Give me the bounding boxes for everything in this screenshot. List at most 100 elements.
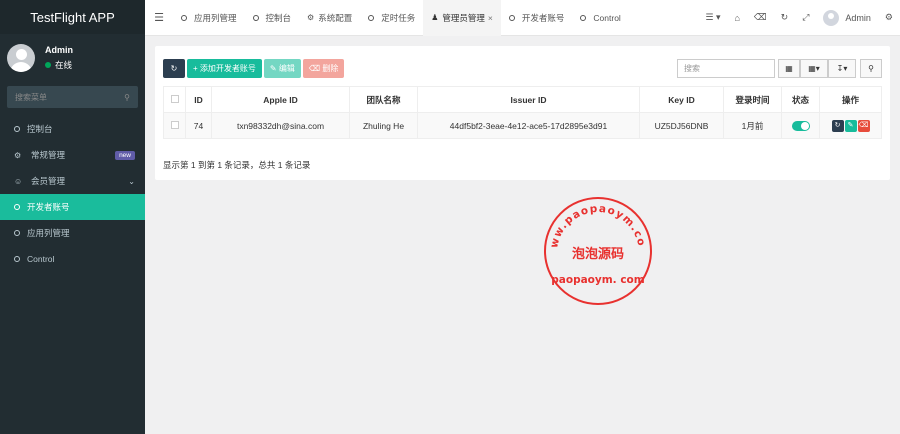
user-status-label: 在线: [55, 60, 73, 70]
select-all-checkbox[interactable]: [163, 86, 186, 113]
close-tab-icon[interactable]: ×: [488, 13, 493, 23]
user-circle-icon: ☺: [14, 176, 23, 186]
tab-control[interactable]: Control: [572, 0, 628, 36]
sidebar-item-general[interactable]: ⚙ 常规管理 new: [0, 142, 145, 168]
sidebar-item-control[interactable]: Control: [0, 246, 145, 272]
export-dropdown-button[interactable]: ↧▾: [828, 59, 856, 78]
cell-id: 74: [185, 112, 212, 139]
tab-scheduled-tasks[interactable]: 定时任务: [360, 0, 423, 36]
sidebar-item-developer-accounts[interactable]: 开发者账号: [0, 194, 145, 220]
cell-actions: ↻ ✎ ⌫: [819, 112, 882, 139]
tab-developer-accounts[interactable]: 开发者账号: [501, 0, 573, 36]
trash-icon[interactable]: ⌫: [747, 12, 774, 23]
sidebar-search-placeholder: 搜索菜单: [15, 92, 47, 102]
circle-icon: [508, 14, 515, 21]
table-search-input[interactable]: 搜索: [677, 59, 775, 78]
row-refresh-button[interactable]: ↻: [831, 119, 844, 132]
status-toggle[interactable]: [791, 120, 810, 131]
pagination-info: 显示第 1 到第 1 条记录，总共 1 条记录: [163, 160, 311, 170]
add-button-label: 添加开发者账号: [199, 64, 256, 73]
add-developer-account-button[interactable]: + 添加开发者账号: [187, 59, 262, 78]
tab-dashboard[interactable]: 控制台: [245, 0, 300, 36]
circle-icon: [368, 14, 375, 21]
search-toggle-button[interactable]: ⚲: [860, 59, 882, 78]
tab-label: 定时任务: [381, 12, 416, 23]
col-header-status[interactable]: 状态: [781, 86, 820, 113]
user-menu[interactable]: Admin: [816, 9, 878, 26]
trash-icon: ⌫: [308, 64, 323, 73]
top-navbar: ☰ 应用列管理 控制台 ⚙ 系统配置 定时任务 ♟ 管理员管理 × 开发者账号 …: [145, 0, 900, 36]
app-brand[interactable]: TestFlight APP: [0, 0, 145, 34]
cell-apple-id: txn98332dh@sina.com: [211, 112, 350, 139]
table-row[interactable]: 74 txn98332dh@sina.com Zhuling He 44df5b…: [163, 112, 882, 139]
search-icon[interactable]: ⚲: [124, 93, 130, 102]
developer-accounts-table: ID Apple ID 团队名称 Issuer ID Key ID 登录时间 状…: [163, 86, 882, 139]
settings-gears-icon[interactable]: ⚙: [878, 12, 900, 23]
sidebar: TestFlight APP Admin 在线 搜索菜单 ⚲ 控制台 ⚙ 常规管…: [0, 0, 145, 434]
tab-label: 系统配置: [318, 12, 353, 23]
sidebar-item-dashboard[interactable]: 控制台: [0, 116, 145, 142]
menu-toggle-icon[interactable]: ☰: [145, 11, 173, 24]
row-edit-button[interactable]: ✎: [844, 119, 857, 132]
col-header-apple-id[interactable]: Apple ID: [211, 86, 350, 113]
sidebar-search-input[interactable]: 搜索菜单 ⚲: [7, 86, 138, 108]
cell-key-id: UZ5DJ56DNB: [639, 112, 724, 139]
sidebar-item-label: 会员管理: [31, 176, 66, 186]
cell-team: Zhuling He: [349, 112, 418, 139]
cell-login-time: 1月前: [723, 112, 782, 139]
new-badge: new: [115, 150, 135, 160]
circle-icon: [14, 230, 20, 236]
edit-button[interactable]: ✎ 编辑: [263, 59, 301, 78]
svg-text:www.paopaoym.com: www.paopaoym.com: [541, 191, 648, 249]
user-avatar: [7, 44, 35, 72]
col-header-key-id[interactable]: Key ID: [639, 86, 724, 113]
tab-app-list[interactable]: 应用列管理: [173, 0, 245, 36]
col-header-issuer-id[interactable]: Issuer ID: [417, 86, 640, 113]
circle-icon: [181, 14, 187, 21]
export-icon: ↧▾: [836, 64, 848, 73]
table-toolbar-right: 搜索 ▦ ▦▾ ↧▾ ⚲: [677, 59, 882, 78]
home-icon[interactable]: ⌂: [727, 13, 746, 23]
tab-list-dropdown-icon[interactable]: ☰ ▾: [698, 12, 727, 23]
chevron-down-icon: ⌄: [128, 176, 135, 186]
tab-label: 管理员管理: [442, 12, 485, 23]
col-header-team[interactable]: 团队名称: [349, 86, 418, 113]
tab-system-config[interactable]: ⚙ 系统配置: [299, 0, 360, 36]
sidebar-item-label: 开发者账号: [27, 202, 70, 212]
row-delete-button[interactable]: ⌫: [857, 119, 870, 132]
row-checkbox-cell[interactable]: [163, 112, 186, 139]
tab-label: 开发者账号: [521, 12, 565, 23]
tab-label: 应用列管理: [194, 12, 237, 23]
refresh-cache-icon[interactable]: ↻: [774, 12, 796, 23]
columns-icon: ▦▾: [808, 64, 820, 73]
fullscreen-icon[interactable]: ⤢: [795, 12, 816, 23]
col-header-login-time[interactable]: 登录时间: [723, 86, 782, 113]
user-icon: ♟: [431, 13, 439, 22]
circle-icon: [580, 14, 587, 21]
checkbox[interactable]: [170, 94, 179, 103]
cell-status: [781, 112, 820, 139]
delete-button[interactable]: ⌫ 删除: [302, 59, 345, 78]
columns-dropdown-button[interactable]: ▦▾: [800, 59, 828, 78]
col-header-actions: 操作: [819, 86, 882, 113]
gear-icon: ⚙: [307, 13, 315, 22]
col-header-id[interactable]: ID: [185, 86, 212, 113]
edit-button-label: 编辑: [278, 64, 295, 73]
pencil-icon: ✎: [269, 64, 279, 73]
search-icon: ⚲: [868, 64, 874, 73]
user-panel: Admin 在线: [0, 38, 145, 78]
checkbox[interactable]: [170, 120, 179, 129]
tab-admin-management[interactable]: ♟ 管理员管理 ×: [423, 0, 501, 36]
tab-label: 控制台: [265, 12, 292, 23]
sidebar-item-members[interactable]: ☺ 会员管理 ⌄: [0, 168, 145, 194]
sidebar-item-app-list[interactable]: 应用列管理: [0, 220, 145, 246]
plus-icon: +: [193, 64, 200, 73]
toggle-view-button[interactable]: ▦: [778, 59, 800, 78]
watermark-center-text: 泡泡源码: [572, 246, 624, 262]
refresh-icon: ↻: [170, 64, 178, 73]
refresh-button[interactable]: ↻: [163, 59, 185, 78]
user-status: 在线: [45, 59, 73, 71]
table-panel: ↻ + 添加开发者账号 ✎ 编辑 ⌫ 删除 搜索 ▦ ▦▾ ↧▾ ⚲ ID Ap…: [155, 46, 890, 180]
table-search-placeholder: 搜索: [684, 64, 700, 73]
avatar: [823, 9, 840, 26]
